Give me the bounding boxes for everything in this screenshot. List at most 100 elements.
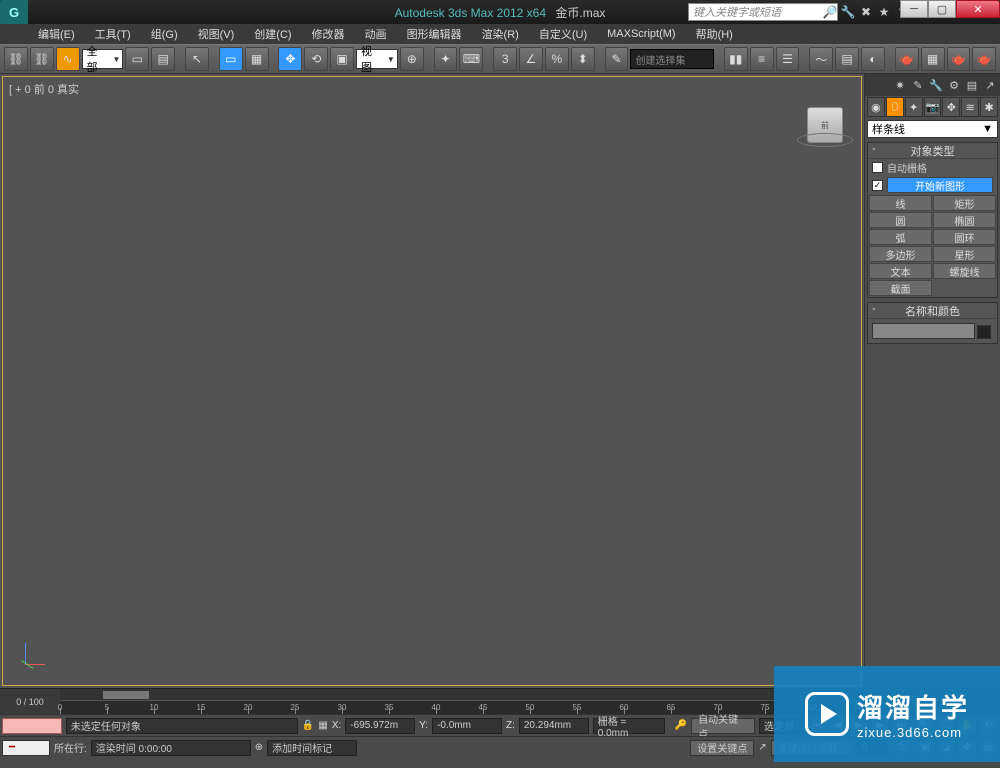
create-systems-tab[interactable]: ✱ bbox=[980, 97, 998, 117]
key-icon[interactable]: 🔧 bbox=[840, 4, 856, 20]
key-mode-icon[interactable]: ↗ bbox=[758, 742, 766, 753]
menu-animation[interactable]: 动画 bbox=[355, 24, 397, 44]
select-rect-icon[interactable]: ▭ bbox=[219, 47, 243, 71]
star-icon[interactable]: ★ bbox=[876, 4, 892, 20]
time-tag-icon[interactable]: ⊕ bbox=[255, 742, 263, 753]
create-geometry-tab[interactable]: ◉ bbox=[867, 97, 885, 117]
ref-coord-dropdown[interactable]: 视图 bbox=[356, 49, 398, 69]
y-coord-input[interactable]: -0.0mm bbox=[432, 718, 502, 734]
schematic-icon[interactable]: ▤ bbox=[835, 47, 859, 71]
line-button[interactable]: 线 bbox=[869, 195, 932, 211]
menu-maxscript[interactable]: MAXScript(M) bbox=[597, 26, 685, 42]
start-new-shape-button[interactable]: 开始新图形 bbox=[887, 177, 993, 193]
ngon-button[interactable]: 多边形 bbox=[869, 246, 932, 262]
pivot-icon[interactable]: ⊕ bbox=[400, 47, 424, 71]
section-button[interactable]: 截面 bbox=[869, 280, 932, 296]
rendered-frame-icon[interactable]: ▦ bbox=[921, 47, 945, 71]
create-spacewarps-tab[interactable]: ≋ bbox=[961, 97, 979, 117]
menu-graph-editors[interactable]: 图形编辑器 bbox=[397, 24, 472, 44]
rotate-icon[interactable]: ⟲ bbox=[304, 47, 328, 71]
autokey-button[interactable]: 自动关键点 bbox=[691, 718, 755, 734]
light-icon[interactable]: ✷ bbox=[892, 77, 908, 93]
key-icon2[interactable]: 🔑 bbox=[675, 720, 687, 731]
render-icon[interactable]: 🫖 bbox=[947, 47, 971, 71]
percent-snap-icon[interactable]: % bbox=[545, 47, 569, 71]
name-color-header[interactable]: 名称和颜色 bbox=[868, 303, 997, 319]
edit-named-sel-icon[interactable]: ✎ bbox=[605, 47, 629, 71]
shape-category-dropdown[interactable]: 样条线▼ bbox=[867, 120, 998, 138]
window-crossing-icon[interactable]: ▦ bbox=[245, 47, 269, 71]
object-color-swatch[interactable] bbox=[977, 325, 991, 339]
menu-create[interactable]: 创建(C) bbox=[244, 24, 301, 44]
x-coord-input[interactable]: -695.972m bbox=[345, 718, 415, 734]
bind-space-warp-icon[interactable]: ∿ bbox=[56, 47, 80, 71]
search-input[interactable]: 键入关键字或短语 bbox=[688, 3, 838, 21]
hammer-icon[interactable]: 🔧 bbox=[928, 77, 944, 93]
macro-rec-button[interactable]: ━ bbox=[2, 740, 50, 756]
add-time-tag[interactable]: 添加时间标记 bbox=[267, 740, 357, 756]
rectangle-button[interactable]: 矩形 bbox=[933, 195, 996, 211]
set-key-button[interactable]: 设置关键点 bbox=[690, 740, 754, 756]
maximize-button[interactable]: ▢ bbox=[928, 0, 956, 18]
exchange-icon[interactable]: ✖ bbox=[858, 4, 874, 20]
manip-icon[interactable]: ✦ bbox=[434, 47, 458, 71]
menu-edit[interactable]: 编辑(E) bbox=[28, 24, 85, 44]
z-coord-input[interactable]: 20.294mm bbox=[519, 718, 589, 734]
keyboard-shortcut-icon[interactable]: ⌨ bbox=[459, 47, 483, 71]
app-icon[interactable]: G bbox=[0, 0, 28, 24]
text-button[interactable]: 文本 bbox=[869, 263, 932, 279]
named-selection-dropdown[interactable]: 创建选择集 bbox=[630, 49, 713, 69]
minimize-button[interactable]: ─ bbox=[900, 0, 928, 18]
mirror-icon[interactable]: ▮▮ bbox=[724, 47, 748, 71]
object-name-input[interactable] bbox=[872, 323, 975, 339]
undo-link-icon[interactable]: ⛓ bbox=[4, 47, 28, 71]
autogrid-checkbox[interactable] bbox=[872, 162, 883, 173]
object-type-header[interactable]: 对象类型 bbox=[868, 143, 997, 159]
menu-customize[interactable]: 自定义(U) bbox=[529, 24, 597, 44]
create-cameras-tab[interactable]: 📷 bbox=[924, 97, 942, 117]
layers-icon[interactable]: ☰ bbox=[776, 47, 800, 71]
cursor-icon[interactable]: ↖ bbox=[185, 47, 209, 71]
create-shapes-tab[interactable]: ⬯ bbox=[886, 97, 904, 117]
select-by-name-icon[interactable]: ▤ bbox=[151, 47, 175, 71]
scale-icon[interactable]: ▣ bbox=[330, 47, 354, 71]
start-new-shape-checkbox[interactable]: ✓ bbox=[872, 180, 883, 191]
ellipse-button[interactable]: 椭圆 bbox=[933, 212, 996, 228]
front-viewport[interactable]: [ + 0 前 0 真实 前 bbox=[2, 76, 862, 686]
menu-modifiers[interactable]: 修改器 bbox=[302, 24, 355, 44]
lock-icon[interactable]: 🔒 bbox=[302, 720, 314, 731]
select-object-icon[interactable]: ▭ bbox=[125, 47, 149, 71]
close-button[interactable]: ✕ bbox=[956, 0, 1000, 18]
circle-button[interactable]: 圆 bbox=[869, 212, 932, 228]
display-icon[interactable]: ▤ bbox=[964, 77, 980, 93]
menu-rendering[interactable]: 渲染(R) bbox=[472, 24, 529, 44]
viewcube-ring[interactable] bbox=[797, 133, 853, 147]
infocenter-search-icon[interactable]: 🔎 bbox=[822, 4, 838, 20]
selection-filter-dropdown[interactable]: 全部 bbox=[82, 49, 124, 69]
menu-help[interactable]: 帮助(H) bbox=[686, 24, 743, 44]
viewport-label[interactable]: [ + 0 前 0 真实 bbox=[9, 81, 79, 97]
utilities-icon[interactable]: ↗ bbox=[982, 77, 998, 93]
create-lights-tab[interactable]: ✦ bbox=[905, 97, 923, 117]
time-slider[interactable] bbox=[102, 690, 150, 700]
arc-button[interactable]: 弧 bbox=[869, 229, 932, 245]
brush-icon[interactable]: ✎ bbox=[910, 77, 926, 93]
isolate-icon[interactable]: ▦ bbox=[318, 720, 327, 731]
render-setup-icon[interactable]: 🫖 bbox=[895, 47, 919, 71]
unlink-icon[interactable]: ⛓ bbox=[30, 47, 54, 71]
curve-editor-icon[interactable]: 〜 bbox=[809, 47, 833, 71]
donut-button[interactable]: 圆环 bbox=[933, 229, 996, 245]
track-bar-swatch[interactable] bbox=[2, 718, 62, 734]
align-icon[interactable]: ≡ bbox=[750, 47, 774, 71]
star-button[interactable]: 星形 bbox=[933, 246, 996, 262]
move-icon[interactable]: ✥ bbox=[278, 47, 302, 71]
material-editor-icon[interactable]: ◐ bbox=[861, 47, 885, 71]
menu-tools[interactable]: 工具(T) bbox=[85, 24, 141, 44]
menu-view[interactable]: 视图(V) bbox=[188, 24, 245, 44]
gear-icon[interactable]: ⚙ bbox=[946, 77, 962, 93]
create-helpers-tab[interactable]: ✥ bbox=[942, 97, 960, 117]
snap-toggle-icon[interactable]: 3 bbox=[493, 47, 517, 71]
helix-button[interactable]: 螺旋线 bbox=[933, 263, 996, 279]
render-prod-icon[interactable]: 🫖 bbox=[972, 47, 996, 71]
menu-group[interactable]: 组(G) bbox=[141, 24, 188, 44]
